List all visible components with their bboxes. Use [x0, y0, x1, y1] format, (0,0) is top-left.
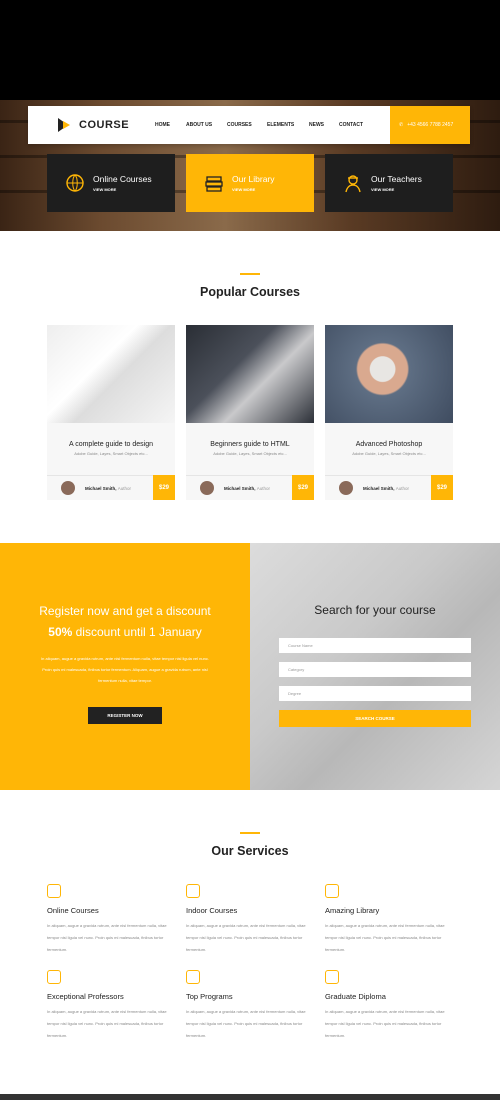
feature-title: Online Courses	[93, 174, 152, 184]
nav-news[interactable]: NEWS	[309, 122, 339, 128]
teacher-icon	[345, 175, 361, 193]
service-text: In aliquam, augue a gravida rutrum, ante…	[186, 923, 306, 952]
nav-elements[interactable]: ELEMENTS	[267, 122, 309, 128]
search-form: Course Name Category Degree SEARCH COURS…	[279, 638, 471, 727]
feature-library[interactable]: Our Library VIEW MORE	[186, 154, 314, 212]
price-badge: $29	[153, 475, 175, 500]
avatar	[200, 481, 214, 495]
globe-icon	[47, 884, 61, 898]
register-search-section: Register now and get a discount 50% disc…	[0, 543, 500, 790]
course-title[interactable]: A complete guide to design	[47, 441, 175, 448]
service-title: Top Programs	[186, 992, 233, 1001]
view-more-link[interactable]: VIEW MORE	[232, 187, 275, 192]
nav-home[interactable]: HOME	[155, 122, 186, 128]
phone-icon: ✆	[399, 122, 404, 128]
search-panel: Search for your course Course Name Categ…	[250, 543, 500, 790]
logo[interactable]: COURSE	[58, 118, 158, 132]
course-cards: A complete guide to design Adobe Guide, …	[0, 325, 500, 500]
service-text: In aliquam, augue a gravida rutrum, ante…	[186, 1009, 306, 1038]
price-badge: $29	[292, 475, 314, 500]
service-item: Amazing Library In aliquam, augue a gravi…	[325, 884, 453, 956]
course-card[interactable]: Beginners guide to HTML Adobe Guide, Lay…	[186, 325, 314, 500]
degree-input[interactable]: Degree	[279, 686, 471, 701]
monitor-icon	[186, 970, 200, 984]
service-text: In aliquam, augue a gravida rutrum, ante…	[47, 923, 167, 952]
graduation-cap-icon	[325, 970, 339, 984]
navbar: COURSE HOME ABOUT US COURSES ELEMENTS NE…	[28, 106, 470, 144]
register-heading: Register now and get a discount	[39, 604, 211, 618]
register-now-button[interactable]: REGISTER NOW	[88, 707, 162, 724]
document-icon	[186, 884, 200, 898]
service-item: Exceptional Professors In aliquam, augue …	[47, 970, 175, 1042]
course-image[interactable]	[186, 325, 314, 423]
section-title: Popular Courses	[199, 285, 301, 299]
service-item: Top Programs In aliquam, augue a gravida …	[186, 970, 314, 1042]
service-item: Indoor Courses In aliquam, augue a gravid…	[186, 884, 314, 956]
top-black-bar	[0, 0, 500, 100]
books-icon	[205, 176, 223, 192]
service-text: In aliquam, augue a gravida rutrum, ante…	[325, 923, 445, 952]
discount-heading: 50% discount until 1 January	[48, 625, 202, 639]
course-card[interactable]: Advanced Photoshop Adobe Guide, Layes, S…	[325, 325, 453, 500]
author-name: Michael Smith, Author	[85, 485, 132, 491]
service-item: Graduate Diploma In aliquam, augue a grav…	[325, 970, 453, 1042]
register-panel: Register now and get a discount 50% disc…	[0, 543, 250, 790]
avatar	[339, 481, 353, 495]
service-text: In aliquam, augue a gravida rutrum, ante…	[325, 1009, 445, 1038]
feature-teachers[interactable]: Our Teachers VIEW MORE	[325, 154, 453, 212]
service-title: Exceptional Professors	[47, 992, 124, 1001]
course-title[interactable]: Beginners guide to HTML	[186, 441, 314, 448]
footer-strip	[0, 1094, 500, 1100]
section-title: Our Services	[211, 844, 289, 858]
course-subtitle: Adobe Guide, Layes, Smart Objects etc...	[74, 451, 148, 456]
phone-box[interactable]: ✆ +43 4566 7788 2457	[390, 106, 470, 144]
course-subtitle: Adobe Guide, Layes, Smart Objects etc...	[213, 451, 287, 456]
service-text: In aliquam, augue a gravida rutrum, ante…	[47, 1009, 167, 1038]
service-title: Graduate Diploma	[325, 992, 386, 1001]
service-title: Indoor Courses	[186, 906, 238, 915]
avatar	[61, 481, 75, 495]
author-name: Michael Smith, Author	[363, 485, 410, 491]
services-section: Our Services Online Courses In aliquam, a…	[0, 832, 500, 1042]
course-subtitle: Adobe Guide, Layes, Smart Objects etc...	[352, 451, 426, 456]
view-more-link[interactable]: VIEW MORE	[93, 187, 152, 192]
professor-icon	[47, 970, 61, 984]
price-badge: $29	[431, 475, 453, 500]
feature-online-courses[interactable]: Online Courses VIEW MORE	[47, 154, 175, 212]
section-divider	[240, 832, 260, 834]
globe-icon	[66, 174, 84, 192]
course-image[interactable]	[47, 325, 175, 423]
section-divider	[240, 273, 260, 275]
view-more-link[interactable]: VIEW MORE	[371, 187, 422, 192]
nav-about[interactable]: ABOUT US	[186, 122, 227, 128]
search-course-button[interactable]: SEARCH COURSE	[279, 710, 471, 727]
course-card[interactable]: A complete guide to design Adobe Guide, …	[47, 325, 175, 500]
popular-courses-section: Popular Courses A complete guide to desi…	[0, 231, 500, 500]
nav-courses[interactable]: COURSES	[227, 122, 267, 128]
category-input[interactable]: Category	[279, 662, 471, 677]
main-nav: HOME ABOUT US COURSES ELEMENTS NEWS CONT…	[155, 122, 363, 128]
logo-icon	[58, 118, 74, 132]
course-image[interactable]	[325, 325, 453, 423]
service-title: Online Courses	[47, 906, 99, 915]
feature-title: Our Library	[232, 174, 275, 184]
feature-title: Our Teachers	[371, 174, 422, 184]
service-title: Amazing Library	[325, 906, 380, 915]
search-title: Search for your course	[314, 603, 436, 617]
nav-contact[interactable]: CONTACT	[339, 122, 363, 128]
feature-row: Online Courses VIEW MORE Our Library VIEW …	[47, 154, 453, 212]
author-name: Michael Smith, Author	[224, 485, 271, 491]
course-title[interactable]: Advanced Photoshop	[325, 441, 453, 448]
hero-banner: COURSE HOME ABOUT US COURSES ELEMENTS NE…	[0, 100, 500, 231]
register-text: In aliquam, augue a gravida rutrum, ante…	[41, 656, 209, 683]
services-grid: Online Courses In aliquam, augue a gravid…	[0, 884, 500, 1042]
logo-text: COURSE	[79, 119, 130, 131]
phone-number: +43 4566 7788 2457	[407, 122, 454, 128]
library-icon	[325, 884, 339, 898]
service-item: Online Courses In aliquam, augue a gravid…	[47, 884, 175, 956]
course-name-input[interactable]: Course Name	[279, 638, 471, 653]
